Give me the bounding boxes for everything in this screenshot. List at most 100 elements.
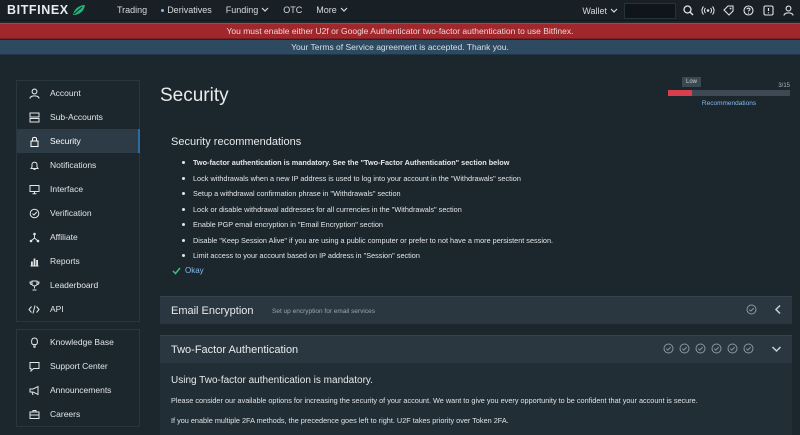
sidebar-item-sub-accounts[interactable]: Sub-Accounts [17, 105, 139, 129]
lightbulb-icon [28, 336, 40, 348]
nav-derivatives[interactable]: Derivatives [161, 5, 212, 15]
sidebar-item-notifications[interactable]: Notifications [17, 153, 139, 177]
help-icon [742, 5, 754, 16]
two-factor-description: Please consider our available options fo… [171, 396, 698, 405]
security-score-bar [668, 90, 790, 96]
circle-check-icon [743, 343, 754, 354]
sidebar-item-reports[interactable]: Reports [17, 249, 139, 273]
nav-derivatives-label: Derivatives [167, 5, 212, 15]
security-score-fill [668, 90, 693, 96]
chevron-down-icon [340, 7, 348, 12]
sidebar-item-security[interactable]: Security [17, 129, 140, 153]
nav-more[interactable]: More [316, 5, 348, 15]
section-status [663, 343, 782, 354]
nav-otc-label: OTC [283, 5, 303, 15]
nav-menu: Trading Derivatives Funding OTC More [117, 5, 362, 15]
sidebar-item-verification[interactable]: Verification [17, 201, 139, 225]
account-button[interactable] [780, 3, 796, 19]
section-description: Set up encryption for email services [272, 308, 375, 315]
recommendation-item: Setup a withdrawal confirmation phrase i… [182, 186, 553, 202]
recommendations-link[interactable]: Recommendations [666, 100, 792, 107]
section-status [746, 304, 782, 315]
search-icon [682, 5, 693, 16]
two-factor-heading: Using Two-factor authentication is manda… [171, 375, 373, 386]
sidebar-item-label: Reports [50, 256, 80, 266]
nav-funding[interactable]: Funding [226, 5, 270, 15]
bell-icon [28, 159, 40, 171]
two-factor-section[interactable]: Two-Factor Authentication [160, 335, 792, 363]
okay-button[interactable]: Okay [172, 266, 204, 275]
page-title: Security [160, 85, 229, 106]
sidebar-item-label: Affiliate [50, 232, 78, 242]
sidebar-item-careers[interactable]: Careers [17, 402, 139, 426]
derivatives-dot-icon [161, 8, 165, 12]
nav-otc[interactable]: OTC [283, 5, 302, 15]
leaf-logo-icon [72, 5, 85, 15]
two-factor-content: Using Two-factor authentication is manda… [160, 363, 792, 435]
search-button[interactable] [680, 3, 696, 19]
user-icon [28, 87, 40, 99]
nav-funding-label: Funding [225, 5, 259, 15]
sidebar-item-knowledge-base[interactable]: Knowledge Base [17, 330, 139, 354]
sidebar-item-label: Announcements [50, 385, 112, 395]
sidebar-item-account[interactable]: Account [17, 81, 139, 105]
chevron-down-icon [610, 8, 618, 13]
section-title: Email Encryption [171, 305, 254, 317]
sidebar-item-label: Sub-Accounts [50, 112, 103, 122]
terms-accepted-banner: Your Terms of Service agreement is accep… [0, 40, 800, 55]
notification-icon [762, 5, 774, 16]
sidebar-item-label: API [50, 304, 64, 314]
broadcast-icon [701, 6, 715, 15]
recommendations-list: Two-factor authentication is mandatory. … [182, 155, 553, 264]
circle-check-icon [727, 343, 738, 354]
lock-icon [28, 135, 40, 147]
trophy-icon [28, 279, 40, 291]
sidebar-settings-menu: Account Sub-Accounts Security Notificati… [16, 80, 140, 322]
code-icon [28, 303, 40, 315]
sidebar-item-leaderboard[interactable]: Leaderboard [17, 273, 139, 297]
sidebar-item-support-center[interactable]: Support Center [17, 354, 139, 378]
sidebar-item-announcements[interactable]: Announcements [17, 378, 139, 402]
security-level-tag: Low [682, 77, 702, 87]
wallet-label: Wallet [582, 5, 607, 16]
chevron-down-icon[interactable] [771, 345, 782, 353]
recommendation-item: Lock or disable withdrawal addresses for… [182, 202, 553, 218]
two-factor-precedence-note: If you enable multiple 2FA methods, the … [171, 416, 509, 425]
tags-button[interactable] [720, 3, 736, 19]
sidebar-item-label: Notifications [50, 160, 97, 170]
notifications-button[interactable] [760, 3, 776, 19]
chevron-left-icon[interactable] [774, 304, 782, 315]
nav-trading-label: Trading [117, 5, 148, 15]
sidebar-item-label: Security [50, 136, 81, 146]
circle-check-icon [663, 343, 674, 354]
sidebar-item-api[interactable]: API [17, 297, 139, 321]
recommendation-item: Limit access to your account based on IP… [182, 248, 553, 264]
recommendation-item: Lock withdrawals when a new IP address i… [182, 171, 553, 187]
verified-check-icon [28, 207, 40, 219]
tag-icon [722, 5, 734, 16]
nav-right: Wallet [582, 0, 800, 21]
email-encryption-section[interactable]: Email Encryption Set up encryption for e… [160, 296, 792, 324]
bitfinex-logo[interactable]: BITFINEX [7, 3, 107, 17]
help-button[interactable] [740, 3, 756, 19]
broadcast-button[interactable] [700, 3, 716, 19]
circle-check-icon [695, 343, 706, 354]
sidebar-item-label: Support Center [50, 361, 108, 371]
sidebar-item-interface[interactable]: Interface [17, 177, 139, 201]
sidebar-help-menu: Knowledge Base Support Center Announceme… [16, 329, 140, 427]
recommendation-item: Two-factor authentication is mandatory. … [182, 155, 553, 171]
sidebar-item-label: Careers [50, 409, 81, 419]
wallet-menu[interactable]: Wallet [582, 6, 618, 16]
sidebar-item-label: Leaderboard [50, 280, 99, 290]
circle-check-icon [746, 304, 757, 315]
nav-trading[interactable]: Trading [117, 5, 147, 15]
recommendations-title: Security recommendations [171, 136, 302, 148]
top-nav: BITFINEX Trading Derivatives Funding OTC… [0, 0, 800, 21]
search-input[interactable] [624, 2, 676, 19]
sidebar-item-label: Knowledge Base [50, 337, 114, 347]
logo-text: BITFINEX [7, 3, 69, 17]
recommendation-item: Enable PGP email encryption in "Email En… [182, 217, 553, 233]
nav-more-label: More [316, 5, 337, 15]
sidebar-item-affiliate[interactable]: Affiliate [17, 225, 139, 249]
circle-check-icon [679, 343, 690, 354]
